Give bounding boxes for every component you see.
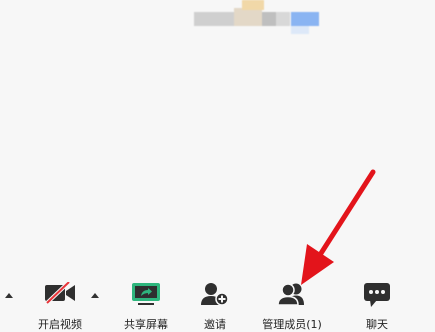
invite-button[interactable]: 邀请 xyxy=(190,270,240,331)
chat-button[interactable]: 聊天 xyxy=(352,270,402,331)
share-screen-icon xyxy=(131,282,161,310)
add-user-icon xyxy=(200,282,230,310)
video-button[interactable]: 开启视频 xyxy=(30,270,90,331)
share-screen-button[interactable]: 共享屏幕 xyxy=(116,270,176,331)
manage-members-button[interactable]: 管理成员(1) xyxy=(256,270,328,331)
video-off-icon xyxy=(44,280,76,308)
chat-icon xyxy=(363,282,391,312)
members-icon xyxy=(277,282,307,310)
audio-options-caret[interactable] xyxy=(5,293,13,298)
meeting-toolbar: 开启视频 共享屏幕 邀请 管理成员(1) 聊天 xyxy=(0,270,435,331)
video-options-caret[interactable] xyxy=(91,293,99,298)
